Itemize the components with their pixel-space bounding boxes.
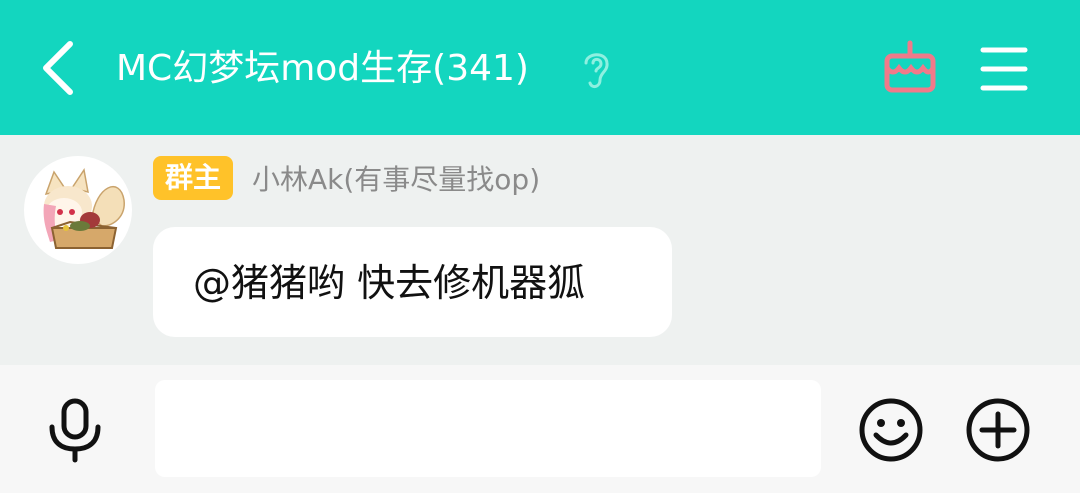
chat-area: 群主 小林Ak(有事尽量找op) @猪猪哟 快去修机器狐 <box>0 135 1080 365</box>
voice-button[interactable] <box>44 397 106 463</box>
avatar[interactable] <box>24 156 132 264</box>
message-input[interactable] <box>155 380 821 477</box>
group-title: MC幻梦坛mod生存(341) <box>116 48 529 89</box>
plus-circle-icon <box>966 398 1030 462</box>
chevron-left-icon <box>43 41 73 95</box>
birthday-cake-icon <box>884 40 936 93</box>
sender-name[interactable]: 小林Ak(有事尽量找op) <box>252 160 540 200</box>
header-bar: MC幻梦坛mod生存(341) <box>0 0 1080 135</box>
emoji-button[interactable] <box>858 397 924 463</box>
role-badge: 群主 <box>153 156 234 200</box>
cake-button[interactable] <box>880 38 940 98</box>
fox-girl-avatar <box>43 168 125 249</box>
back-button[interactable] <box>30 36 90 100</box>
message-bubble[interactable]: @猪猪哟 快去修机器狐 <box>153 227 672 337</box>
hamburger-menu-icon <box>980 47 1028 91</box>
microphone-icon <box>49 398 101 463</box>
ear-icon[interactable] <box>578 47 614 91</box>
message-text: @猪猪哟 快去修机器狐 <box>193 261 586 305</box>
input-bar <box>0 365 1080 493</box>
menu-button[interactable] <box>975 40 1033 98</box>
more-button[interactable] <box>965 397 1031 463</box>
smiley-icon <box>859 398 923 462</box>
